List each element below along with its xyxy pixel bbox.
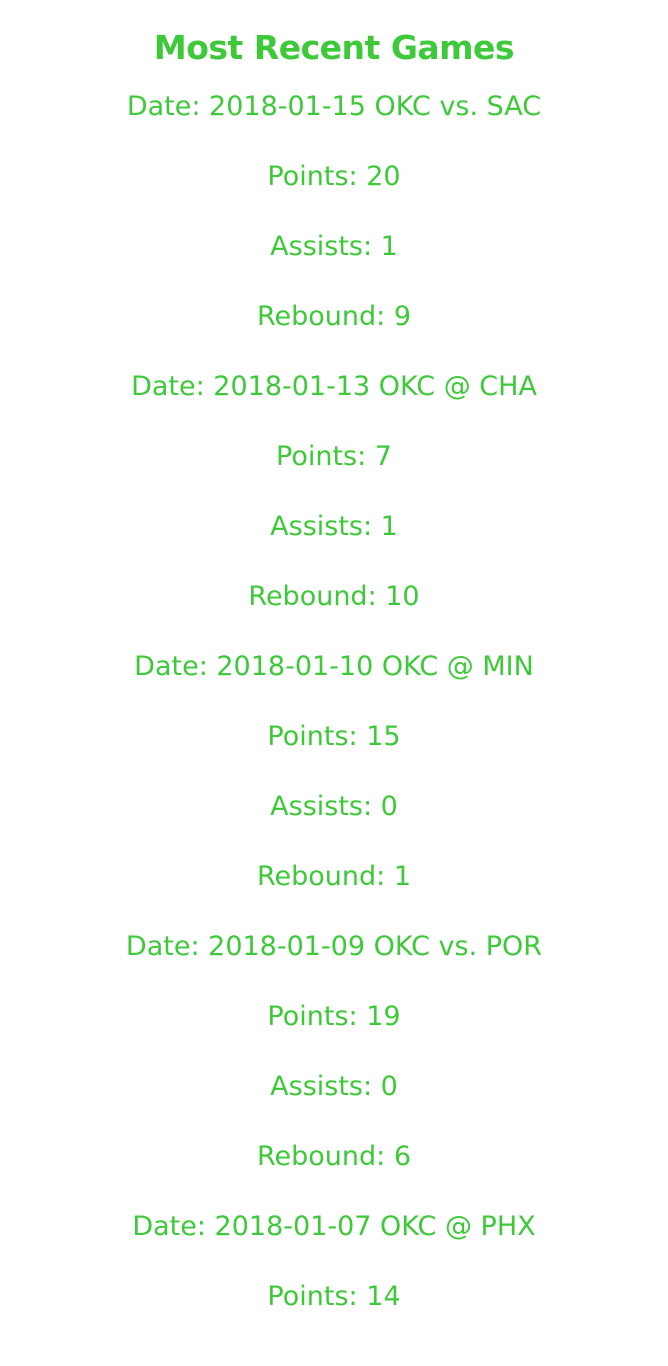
game-date: Date: 2018-01-09 OKC vs. POR — [125, 931, 543, 962]
game-points: Points: 7 — [276, 441, 392, 472]
game-assists: Assists: 1 — [270, 231, 398, 262]
game-assists: Assists: 1 — [270, 511, 398, 542]
game-rebound: Rebound: 10 — [248, 581, 420, 612]
game-date: Date: 2018-01-15 OKC vs. SAC — [126, 91, 542, 122]
game-rebound: Rebound: 6 — [256, 1141, 412, 1172]
game-assists: Assists: 0 — [270, 1071, 398, 1102]
game-date: Date: 2018-01-10 OKC @ MIN — [134, 651, 534, 682]
game-rebound: Rebound: 1 — [256, 861, 412, 892]
game-date: Date: 2018-01-13 OKC @ CHA — [131, 371, 537, 402]
games-list: Date: 2018-01-15 OKC vs. SAC Points: 20 … — [0, 90, 668, 1350]
game-points: Points: 20 — [267, 161, 401, 192]
game-points: Points: 19 — [267, 1001, 401, 1032]
game-points: Points: 15 — [267, 721, 401, 752]
page-title: Most Recent Games — [153, 28, 515, 67]
page: Most Recent Games Date: 2018-01-15 OKC v… — [0, 0, 668, 1366]
game-rebound: Rebound: 9 — [256, 301, 412, 332]
game-assists: Assists: 0 — [270, 791, 398, 822]
game-points: Points: 14 — [267, 1281, 401, 1312]
game-date: Date: 2018-01-07 OKC @ PHX — [132, 1211, 536, 1242]
